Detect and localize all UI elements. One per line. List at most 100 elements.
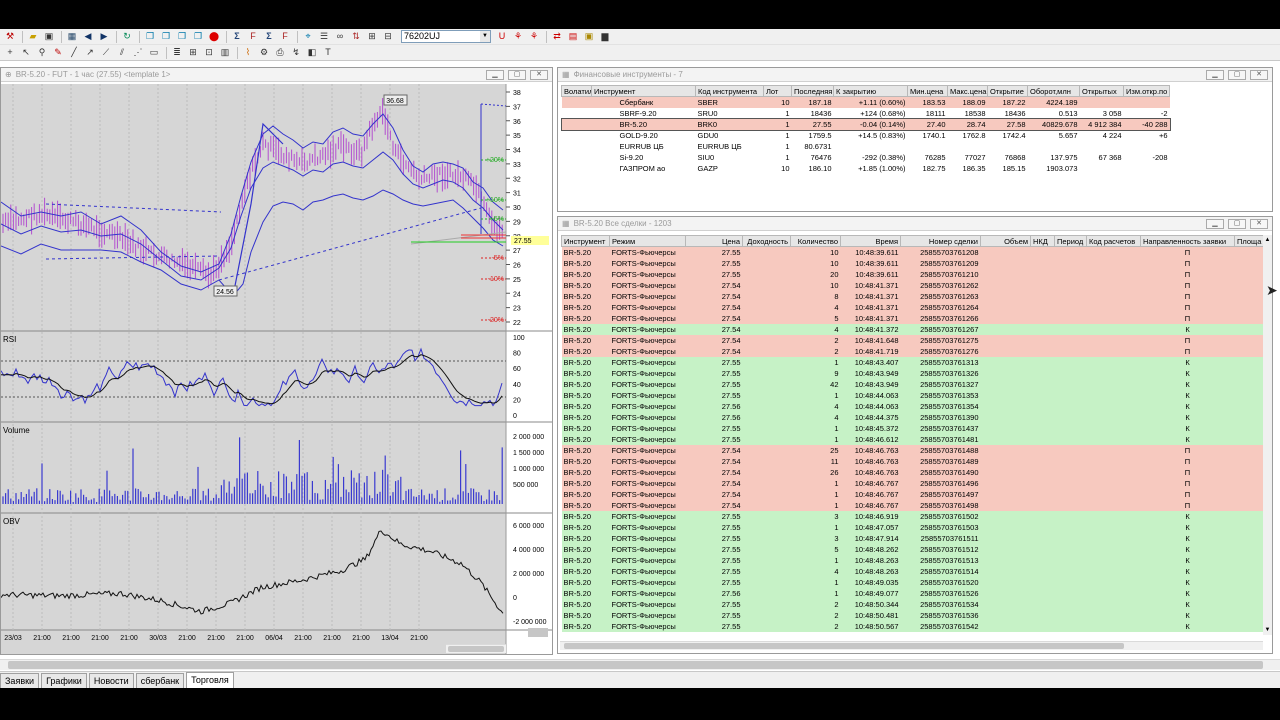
- chart-icon[interactable]: ⊟: [381, 30, 395, 43]
- sell-icon[interactable]: ⚘: [527, 30, 541, 43]
- column-header[interactable]: Мин.цена: [907, 85, 948, 97]
- trade-row[interactable]: BR-5.20 FORTS-Фьючерсы 27.55 3 10:48:47.914 2…: [561, 533, 1264, 544]
- close-button[interactable]: ✕: [530, 70, 548, 80]
- sum-icon[interactable]: Σ: [230, 30, 244, 43]
- bars-icon[interactable]: ⊞: [186, 46, 200, 59]
- sum-percent-icon[interactable]: Σ: [262, 30, 276, 43]
- zoom-icon[interactable]: ⚲: [35, 46, 49, 59]
- maximize-button[interactable]: ▢: [1228, 70, 1246, 80]
- chart-canvas[interactable]: 36.68 24.56 3837363534333231302928272625…: [1, 84, 553, 655]
- column-header[interactable]: Лот: [763, 85, 792, 97]
- trade-row[interactable]: BR-5.20 FORTS-Фьючерсы 27.54 1 10:48:46.767 2…: [561, 500, 1264, 511]
- column-header[interactable]: Объем: [980, 235, 1031, 247]
- briefcase-icon[interactable]: ▆: [598, 30, 612, 43]
- trade-row[interactable]: BR-5.20 FORTS-Фьючерсы 27.54 2 10:48:41.648 2…: [561, 335, 1264, 346]
- zoom-slider[interactable]: [528, 628, 548, 637]
- magnet-icon[interactable]: U: [495, 30, 509, 43]
- trade-row[interactable]: BR-5.20 FORTS-Фьючерсы 27.54 2 10:48:41.719 2…: [561, 346, 1264, 357]
- grid-icon[interactable]: ≣: [170, 46, 184, 59]
- trade-row[interactable]: BR-5.20 FORTS-Фьючерсы 27.55 4 10:48:48.263 2…: [561, 566, 1264, 577]
- column-header[interactable]: Макс.цена: [947, 85, 988, 97]
- trade-row[interactable]: BR-5.20 FORTS-Фьючерсы 27.55 3 10:48:46.919 2…: [561, 511, 1264, 522]
- chevron-down-icon[interactable]: ▼: [480, 31, 490, 42]
- wave-icon[interactable]: ⌇: [241, 46, 255, 59]
- doc-icon[interactable]: ❐: [191, 30, 205, 43]
- copy-icon[interactable]: ❐: [143, 30, 157, 43]
- instrument-row[interactable]: GOLD-9.20 GDU0 1 1759.5 +14.5 (0.83%) 1740.1 1…: [561, 130, 1170, 141]
- column-header[interactable]: Доходность: [742, 235, 791, 247]
- column-header[interactable]: Код расчетов: [1086, 235, 1141, 247]
- binoculars-icon[interactable]: ∞: [333, 30, 347, 43]
- levels-icon[interactable]: ⊡: [202, 46, 216, 59]
- trade-icon[interactable]: ⇅: [349, 30, 363, 43]
- horizontal-scrollbar[interactable]: [560, 641, 1263, 650]
- trade-row[interactable]: BR-5.20 FORTS-Фьючерсы 27.54 25 10:48:46.763…: [561, 445, 1264, 456]
- account-select[interactable]: 76202UJ ▼: [401, 30, 491, 43]
- trade-row[interactable]: BR-5.20 FORTS-Фьючерсы 27.54 8 10:48:41.371 2…: [561, 291, 1264, 302]
- ticker-icon[interactable]: ⊞: [365, 30, 379, 43]
- close-button[interactable]: ✕: [1250, 219, 1268, 229]
- column-header[interactable]: Цена: [685, 235, 743, 247]
- buy-icon[interactable]: ⚘: [511, 30, 525, 43]
- workspace-tab[interactable]: Торговля: [186, 672, 234, 688]
- sum-filter-icon[interactable]: F: [246, 30, 260, 43]
- column-header[interactable]: Номер сделки: [900, 235, 981, 247]
- minimize-button[interactable]: ▁: [486, 70, 504, 80]
- orders-icon[interactable]: ❐: [175, 30, 189, 43]
- trade-row[interactable]: BR-5.20 FORTS-Фьючерсы 27.55 10 10:48:39.611…: [561, 258, 1264, 269]
- maximize-button[interactable]: ▢: [508, 70, 526, 80]
- palette-icon[interactable]: ◧: [305, 46, 319, 59]
- trade-row[interactable]: BR-5.20 FORTS-Фьючерсы 27.54 4 10:48:41.372 2…: [561, 324, 1264, 335]
- trade-row[interactable]: BR-5.20 FORTS-Фьючерсы 27.54 26 10:48:46.763…: [561, 467, 1264, 478]
- maximize-button[interactable]: ▢: [1228, 219, 1246, 229]
- column-header[interactable]: Оборот,млн: [1027, 85, 1080, 97]
- close-button[interactable]: ✕: [1250, 70, 1268, 80]
- print-icon[interactable]: ⎙: [273, 46, 287, 59]
- trade-row[interactable]: BR-5.20 FORTS-Фьючерсы 27.55 20 10:48:39.611…: [561, 269, 1264, 280]
- forward-icon[interactable]: ▶: [97, 30, 111, 43]
- trade-row[interactable]: BR-5.20 FORTS-Фьючерсы 27.55 42 10:48:43.949…: [561, 379, 1264, 390]
- column-header[interactable]: Изм.откр.по: [1123, 85, 1170, 97]
- column-header[interactable]: Количество: [790, 235, 841, 247]
- settings-icon[interactable]: ⚙: [257, 46, 271, 59]
- column-header[interactable]: Открытых: [1079, 85, 1124, 97]
- plus-icon[interactable]: +: [3, 46, 17, 59]
- instrument-row[interactable]: BR-5.20 BRK0 1 27.55 -0.04 (0.14%) 27.40 28.74…: [560, 118, 1171, 131]
- table-icon[interactable]: ▦: [65, 30, 79, 43]
- trade-row[interactable]: BR-5.20 FORTS-Фьючерсы 27.54 5 10:48:41.371 2…: [561, 313, 1264, 324]
- report-icon[interactable]: ▤: [566, 30, 580, 43]
- trade-row[interactable]: BR-5.20 FORTS-Фьючерсы 27.55 1 10:48:47.057 2…: [561, 522, 1264, 533]
- workspace-tab[interactable]: сбербанк: [135, 673, 185, 688]
- instrument-row[interactable]: Сбербанк SBER 10 187.18 +1.11 (0.60%) 183.53 1…: [561, 96, 1170, 108]
- line-icon[interactable]: ╱: [67, 46, 81, 59]
- trade-row[interactable]: BR-5.20 FORTS-Фьючерсы 27.54 10 10:48:41.371…: [561, 280, 1264, 291]
- trade-row[interactable]: BR-5.20 FORTS-Фьючерсы 27.54 11 10:48:46.763…: [561, 456, 1264, 467]
- workspace-tab[interactable]: Новости: [88, 673, 134, 688]
- channel-icon[interactable]: ⫽: [115, 46, 129, 59]
- instrument-row[interactable]: ГАЗПРОМ ао GAZP 10 186.10 +1.85 (1.00%) 182.7…: [561, 163, 1170, 174]
- trade-row[interactable]: BR-5.20 FORTS-Фьючерсы 27.56 4 10:48:44.063 2…: [561, 401, 1264, 412]
- stop-icon[interactable]: ⬤: [207, 30, 221, 43]
- minimize-button[interactable]: ▁: [1206, 70, 1224, 80]
- column-header[interactable]: Последняя: [791, 85, 834, 97]
- order-icon[interactable]: ⌖: [301, 30, 315, 43]
- pointer-icon[interactable]: ↖: [19, 46, 33, 59]
- trade-row[interactable]: BR-5.20 FORTS-Фьючерсы 27.55 2 10:48:50.481 2…: [561, 610, 1264, 621]
- list-icon[interactable]: ☰: [317, 30, 331, 43]
- trade-row[interactable]: BR-5.20 FORTS-Фьючерсы 27.55 10 10:48:39.611…: [561, 246, 1264, 258]
- trade-row[interactable]: BR-5.20 FORTS-Фьючерсы 27.55 9 10:48:43.949 2…: [561, 368, 1264, 379]
- column-header[interactable]: Код инструмента: [695, 85, 764, 97]
- column-header[interactable]: Открытие: [987, 85, 1028, 97]
- trade-row[interactable]: BR-5.20 FORTS-Фьючерсы 27.55 1 10:48:49.035 2…: [561, 577, 1264, 588]
- export-icon[interactable]: ⇄: [550, 30, 564, 43]
- workspace-tab[interactable]: Графики: [41, 673, 87, 688]
- column-header[interactable]: Направленность заявки: [1140, 235, 1235, 247]
- trade-row[interactable]: BR-5.20 FORTS-Фьючерсы 27.55 1 10:48:48.263 2…: [561, 555, 1264, 566]
- scrollbar-thumb[interactable]: [8, 661, 1263, 669]
- instrument-row[interactable]: SBRF-9.20 SRU0 1 18436 +124 (0.68%) 18111 1853…: [561, 108, 1170, 119]
- trade-row[interactable]: BR-5.20 FORTS-Фьючерсы 27.56 1 10:48:49.077 2…: [561, 588, 1264, 599]
- trade-row[interactable]: BR-5.20 FORTS-Фьючерсы 27.55 5 10:48:48.262 2…: [561, 544, 1264, 555]
- column-header[interactable]: Площа: [1234, 235, 1264, 247]
- scroll-up-icon[interactable]: ▲: [1264, 237, 1271, 243]
- book-icon[interactable]: ▣: [582, 30, 596, 43]
